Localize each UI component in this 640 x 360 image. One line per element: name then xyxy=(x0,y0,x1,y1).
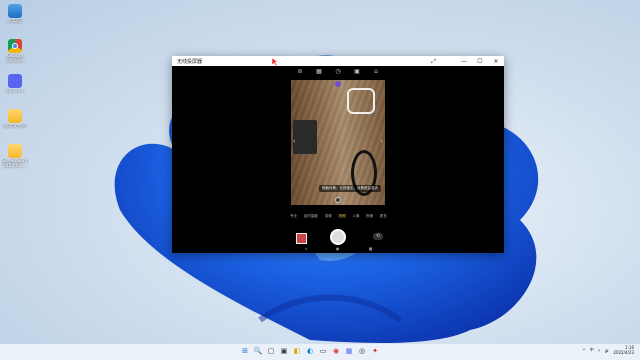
pc-icon xyxy=(8,4,22,18)
discord-icon xyxy=(8,74,22,88)
ai-indicator-icon xyxy=(335,81,341,87)
folder-icon xyxy=(8,109,22,123)
window-titlebar[interactable]: 无线投屏器 ⤢ — ☐ ✕ xyxy=(172,56,504,66)
task-view-icon[interactable]: ▢ xyxy=(266,346,276,357)
input-method-icon[interactable]: 中 xyxy=(590,347,594,353)
focus-hint: 轻触对焦，长按锁定，对焦框会变大 xyxy=(319,185,381,192)
recents-icon[interactable]: ■ xyxy=(369,246,373,251)
folder-icon xyxy=(8,144,22,158)
desktop-icon-label: Discord xyxy=(6,89,24,94)
expand-icon[interactable]: ⤢ xyxy=(431,58,436,66)
file-explorer-icon[interactable]: ◧ xyxy=(292,346,302,357)
mode-pro[interactable]: 专业 xyxy=(290,214,297,219)
system-tray: ^ 中 ⚡ 🔊 1:16 2022/4/23 xyxy=(582,345,634,355)
camera-viewfinder[interactable]: ‹ › 轻触对焦，长按锁定，对焦框会变大 xyxy=(291,80,385,205)
grid-icon[interactable]: ▦ xyxy=(315,68,323,75)
mode-more[interactable]: 更多 xyxy=(380,214,387,219)
volume-icon[interactable]: 🔊 xyxy=(605,348,610,353)
close-button[interactable]: ✕ xyxy=(488,58,504,65)
desktop-icon-label: 此电脑 xyxy=(8,19,22,24)
desktop-icon-this-pc[interactable]: 此电脑 xyxy=(2,4,28,36)
clock[interactable]: 1:16 2022/4/23 xyxy=(613,345,634,355)
chevron-left-icon[interactable]: ‹ xyxy=(293,138,295,145)
chrome-icon xyxy=(8,39,22,53)
switch-camera-icon[interactable]: ⟲ xyxy=(373,233,383,240)
screen-mirror-window: 无线投屏器 ⤢ — ☐ ✕ ⊘ ▦ ◷ ▣ ⌂ ‹ › 轻触对焦，长按锁定，对焦… xyxy=(172,56,504,253)
home-icon[interactable]: ● xyxy=(336,246,340,251)
taskbar: ⊞ 🔍 ▢ ▣ ◧ ◐ ▭ ◉ ▦ ◎ ✦ ^ 中 ⚡ 🔊 1:16 2022/… xyxy=(0,344,640,360)
app-icon[interactable]: ◎ xyxy=(357,346,367,357)
back-icon[interactable]: ◂ xyxy=(305,246,307,251)
chevron-right-icon[interactable]: › xyxy=(381,138,383,145)
discord-icon[interactable]: ▦ xyxy=(344,346,354,357)
desktop-icon-label: Google Chrome xyxy=(6,54,24,64)
mode-video[interactable]: 录像 xyxy=(325,214,332,219)
screen-mirror-app-icon[interactable]: ✦ xyxy=(370,346,380,357)
desktop-icon-label: ScreenShots 2022-04-... xyxy=(2,159,28,169)
phone-nav-bar: ◂ ● ■ xyxy=(290,246,387,251)
clock-date: 2022/4/23 xyxy=(613,350,634,355)
battery-icon[interactable]: ⚡ xyxy=(598,348,601,353)
window-title: 无线投屏器 xyxy=(177,58,203,65)
camera-toolbar: ⊘ ▦ ◷ ▣ ⌂ xyxy=(172,66,504,76)
mode-timelapse[interactable]: 延时摄影 xyxy=(304,214,318,219)
mouse-cursor-icon xyxy=(272,58,278,66)
chrome-icon[interactable]: ◉ xyxy=(331,346,341,357)
settings-icon[interactable]: ⌂ xyxy=(372,68,380,75)
timer-icon[interactable]: ◷ xyxy=(334,68,342,75)
desktop-icon-screenshots[interactable]: ScreenShots 2022-04-... xyxy=(2,144,28,176)
edge-icon[interactable]: ◐ xyxy=(305,346,315,357)
gallery-thumbnail[interactable] xyxy=(296,233,307,244)
store-icon[interactable]: ▭ xyxy=(318,346,328,357)
minimize-button[interactable]: — xyxy=(456,58,472,65)
widgets-icon[interactable]: ▣ xyxy=(279,346,289,357)
flash-off-icon[interactable]: ⊘ xyxy=(296,68,304,75)
desktop-icons: 此电脑 Google Chrome Discord 新建文件夹 ScreenSh… xyxy=(2,4,28,179)
charger-cable-image xyxy=(347,88,375,114)
mode-portrait[interactable]: 人像 xyxy=(352,214,359,219)
desktop-icon-label: 新建文件夹 xyxy=(3,124,27,129)
zoom-button[interactable] xyxy=(335,197,341,203)
desktop-icon-new-folder[interactable]: 新建文件夹 xyxy=(2,109,28,141)
mode-photo[interactable]: 拍照 xyxy=(338,214,345,219)
camera-mode-bar: 专业 延时摄影 录像 拍照 人像 夜景 更多 xyxy=(290,214,387,219)
search-icon[interactable]: 🔍 xyxy=(253,346,263,357)
mode-night[interactable]: 夜景 xyxy=(366,214,373,219)
device-image xyxy=(293,120,317,154)
desktop-icon-chrome[interactable]: Google Chrome xyxy=(2,39,28,71)
shutter-controls: ⟲ xyxy=(290,228,387,248)
shutter-button[interactable] xyxy=(330,229,346,245)
maximize-button[interactable]: ☐ xyxy=(472,58,488,65)
chevron-up-icon[interactable]: ^ xyxy=(582,348,585,353)
aspect-ratio-icon[interactable]: ▣ xyxy=(353,68,361,75)
taskbar-apps: ⊞ 🔍 ▢ ▣ ◧ ◐ ▭ ◉ ▦ ◎ ✦ xyxy=(240,346,380,357)
desktop-icon-discord[interactable]: Discord xyxy=(2,74,28,106)
start-icon[interactable]: ⊞ xyxy=(240,346,250,357)
